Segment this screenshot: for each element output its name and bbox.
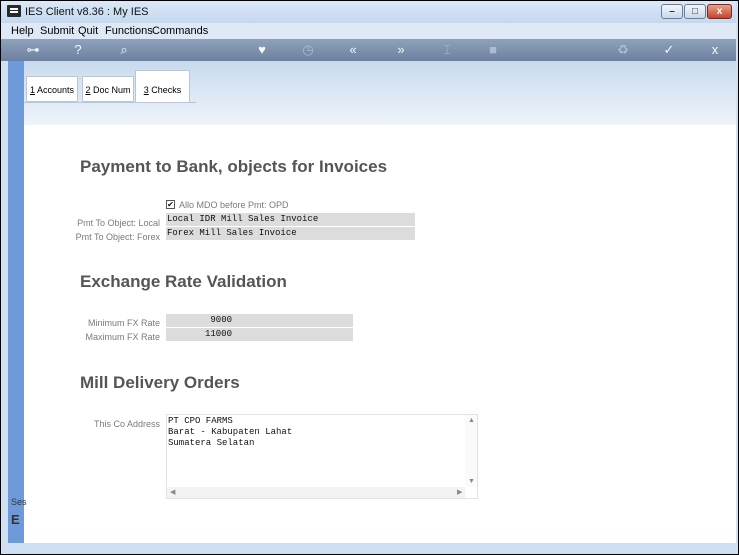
pmt-forex-label: Pmt To Object: Forex — [75, 232, 160, 242]
max-fx-label: Maximum FX Rate — [85, 332, 160, 342]
section-exchange-title: Exchange Rate Validation — [80, 272, 287, 291]
section-payment-title: Payment to Bank, objects for Invoices — [80, 157, 388, 176]
address-line: Sumatera Selatan — [168, 438, 255, 448]
pmt-local-label: Pmt To Object: Local — [77, 218, 160, 228]
vertical-scrollbar[interactable]: ▲ ▼ — [465, 415, 477, 488]
minimize-button[interactable]: – — [661, 4, 683, 19]
scroll-up-icon[interactable]: ▲ — [468, 417, 475, 424]
tab-accounts-label: Accounts — [34, 85, 75, 95]
address-line: PT CPO FARMS — [168, 416, 233, 426]
scroll-down-icon[interactable]: ▼ — [468, 478, 475, 485]
co-address-textarea[interactable]: PT CPO FARMS Barat - Kabupaten Lahat Sum… — [166, 414, 478, 499]
menu-help[interactable]: Help — [11, 25, 34, 37]
close-icon[interactable]: x — [706, 42, 724, 58]
allo-mdo-label: Allo MDO before Pmt: OPD — [179, 200, 289, 210]
rewind-icon[interactable]: « — [344, 42, 362, 58]
min-fx-label: Minimum FX Rate — [87, 318, 160, 328]
close-window-button[interactable]: x — [707, 4, 732, 19]
window-title: IES Client v8.36 : My IES — [25, 6, 149, 18]
maximize-button[interactable]: □ — [684, 4, 706, 19]
key-icon[interactable]: ⊶ — [24, 42, 42, 58]
tab-doc-num-label: Doc Num — [90, 85, 131, 95]
status-bar — [1, 543, 736, 553]
tab-doc-num[interactable]: 2 Doc Num — [82, 76, 134, 102]
side-icon: E — [11, 512, 20, 527]
tab-accounts[interactable]: 1 Accounts — [26, 76, 78, 102]
check-icon[interactable]: ✓ — [660, 42, 678, 58]
left-strip — [8, 61, 24, 543]
tab-checks-label: Checks — [148, 85, 182, 95]
tab-checks[interactable]: 3 Checks — [135, 70, 190, 102]
forward-icon[interactable]: » — [392, 42, 410, 58]
max-fx-field[interactable]: 11000 — [166, 328, 353, 341]
maximize-icon: □ — [691, 6, 699, 17]
heart-icon[interactable]: ♥ — [253, 42, 271, 58]
horizontal-scrollbar[interactable]: ◀ ▶ — [167, 487, 467, 498]
scroll-corner — [465, 487, 477, 498]
text-cursor-icon[interactable]: ⌶ — [438, 42, 456, 58]
clock-icon[interactable]: ◷ — [299, 42, 317, 58]
min-fx-field[interactable]: 9000 — [166, 314, 353, 327]
stop-icon[interactable]: ■ — [484, 42, 502, 58]
recycle-icon[interactable]: ♻ — [614, 42, 632, 58]
menu-commands[interactable]: Commands — [152, 25, 208, 37]
co-address-label: This Co Address — [93, 419, 160, 429]
menu-bar: Help Submit Quit Functions Commands — [1, 23, 736, 39]
menu-functions[interactable]: Functions — [105, 25, 153, 37]
scroll-right-icon[interactable]: ▶ — [457, 488, 462, 496]
menu-quit[interactable]: Quit — [78, 25, 98, 37]
address-line: Barat - Kabupaten Lahat — [168, 427, 293, 437]
tab-divider — [24, 102, 196, 103]
search-icon[interactable]: ⌕ — [115, 42, 133, 58]
pmt-local-field[interactable]: Local IDR Mill Sales Invoice — [166, 213, 415, 226]
pmt-forex-field[interactable]: Forex Mill Sales Invoice — [166, 227, 415, 240]
title-bar: IES Client v8.36 : My IES – □ x — [1, 1, 736, 23]
app-icon — [7, 5, 21, 17]
help-icon[interactable]: ? — [69, 42, 87, 58]
minimize-icon: – — [669, 6, 675, 17]
toolbar: ⊶ ? ⌕ ♥ ◷ « » ⌶ ■ ♻ ✓ x — [1, 39, 736, 61]
scroll-left-icon[interactable]: ◀ — [170, 488, 175, 496]
section-mill-title: Mill Delivery Orders — [80, 373, 240, 392]
menu-submit[interactable]: Submit — [40, 25, 74, 37]
side-session-label: Ses — [11, 497, 27, 507]
close-icon: x — [716, 6, 723, 17]
allo-mdo-checkbox[interactable]: ✔ — [166, 200, 175, 209]
